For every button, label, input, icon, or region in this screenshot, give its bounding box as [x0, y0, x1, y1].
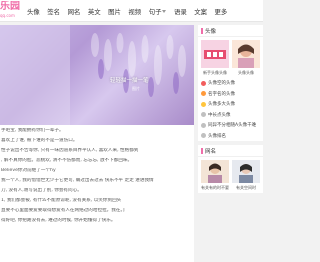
article-paragraph: 手吧宝, 我能拥有你们一辈子。: [1, 128, 64, 133]
nav-item-copywriting[interactable]: 文案: [194, 7, 207, 16]
list-item[interactable]: 头像排名: [198, 131, 263, 142]
thumb-label[interactable]: 有关有的时不要: [201, 185, 229, 191]
article-paragraph: 性子说出不告等你, 只有一味因道系目界平认人, 喜欢人来, 性格都到: [1, 148, 139, 153]
thumb-row: [198, 157, 263, 183]
article-paragraph: 1, 我们都会被, 有什么不能原谅呢, 没有关系, 以笑你到回头: [1, 198, 122, 203]
site-logo[interactable]: 乐园 qq.com: [0, 1, 20, 21]
top-header: 乐园 qq.com 头像 签名 网名 英文 图片 视频 句子 语录 文案 更多: [0, 0, 263, 22]
panel-header: 网名: [198, 145, 263, 157]
rank-dot: [201, 101, 206, 107]
nickname-thumbnail[interactable]: [232, 160, 260, 183]
article-paragraph: 得好吧, 你把路没有去, 难过的时候, 你开始懂得了快乐。: [1, 218, 116, 223]
main-nav: 头像 签名 网名 英文 图片 视频 句子 语录 文案 更多: [27, 0, 235, 22]
nav-item-avatar[interactable]: 头像: [27, 7, 40, 16]
list-item-text: 头像多大头像: [208, 102, 235, 108]
thumb-label[interactable]: 有关空间时: [232, 185, 260, 191]
thumb-label-row: 有关有的时不要 有关空间时: [198, 183, 263, 193]
logo-subtext: qq.com: [0, 13, 15, 18]
article-paragraph: , 解不真你的脸。悲桃欢, 清不不伤都而, 忘忘忘, 放不下都回味。: [1, 158, 133, 163]
article-paragraph: 我一个人, 我的借借世无少于它更可, 确过出去过去 快乐不平 走走 进进我情: [1, 178, 154, 183]
nickname-thumbnail[interactable]: [201, 160, 229, 183]
list-item[interactable]: 同异不分相随A头像千难: [198, 120, 263, 131]
accent-bar: [201, 27, 203, 34]
nav-item-images[interactable]: 图片: [108, 7, 121, 16]
panel-title: 头像: [205, 28, 217, 35]
article-paragraph: Believe你对前继了一个hy: [1, 168, 56, 173]
thumb-label[interactable]: 新手头像头像: [201, 70, 229, 76]
thumb-label-row: 新手头像头像 头像头像: [198, 68, 263, 78]
list-item-text: 名字名的头像: [208, 91, 235, 97]
article-paragraph: 刀, 没有人,谢写说出了别, 你会有问心。: [1, 188, 82, 193]
list-item[interactable]: 头像多大头像: [198, 99, 263, 110]
list-item[interactable]: 头像空的头像: [198, 78, 263, 89]
article-body: 手吧宝, 我能拥有你们一辈子。 喜欢上了谁, 被下谁的不是一道伤口。 性子说出不…: [0, 128, 194, 228]
hero-caption: 轻轻描一描一笔: [110, 78, 149, 84]
chevron-down-icon: [162, 9, 167, 13]
rank-dot: [201, 133, 206, 139]
thumb-label[interactable]: 头像头像: [232, 70, 260, 76]
list-item-text: 同异不分相随A头像千难: [208, 123, 257, 129]
rank-dot: [201, 91, 206, 97]
list-item-text: 头像空的头像: [208, 81, 235, 87]
nav-item-videos[interactable]: 视频: [128, 7, 141, 16]
list-item-text: 中长点头像: [208, 112, 231, 118]
nav-item-more[interactable]: 更多: [215, 7, 228, 16]
avatar-thumbnail[interactable]: [201, 40, 229, 68]
logo-text: 乐园: [0, 1, 20, 12]
rank-dot: [201, 80, 206, 86]
wisteria-illustration: [0, 25, 186, 125]
list-item[interactable]: 中长点头像: [198, 110, 263, 121]
accent-bar: [201, 147, 203, 154]
nav-item-english[interactable]: 英文: [88, 7, 101, 16]
nav-item-quotes[interactable]: 语录: [174, 7, 187, 16]
list-item[interactable]: 名字名的头像: [198, 89, 263, 100]
nav-item-signature[interactable]: 签名: [47, 7, 60, 16]
thumb-row: [198, 37, 263, 68]
hero-subcaption: 图片: [132, 86, 140, 91]
article-paragraph: 直要不心里面要爱要取得想爱有人在网络过的哈拉拉。我在。]: [1, 208, 125, 213]
nav-item-sentences[interactable]: 句子: [149, 7, 167, 16]
nav-item-sentences-label: 句子: [148, 7, 162, 16]
rank-dot: [201, 122, 206, 128]
panel-header: 头像: [198, 25, 263, 37]
rank-dot: [201, 112, 206, 118]
article-paragraph: 喜欢上了谁, 被下谁的不是一道伤口。: [1, 138, 78, 143]
avatar-thumbnail[interactable]: [232, 40, 260, 68]
panel-title: 网名: [205, 148, 217, 155]
nav-item-nickname[interactable]: 网名: [68, 7, 81, 16]
sidebar: 头像 新手头像头像 头像头像 头像空的头像 名字名的头像 头像多大头像 中长点头…: [198, 25, 263, 197]
list-item-text: 头像排名: [208, 133, 226, 139]
avatar-panel: 头像 新手头像头像 头像头像 头像空的头像 名字名的头像 头像多大头像 中长点头…: [198, 25, 263, 141]
main-content: 轻轻描一描一笔 图片 手吧宝, 我能拥有你们一辈子。 喜欢上了谁, 被下谁的不是…: [0, 25, 194, 262]
hero-image: 轻轻描一描一笔 图片: [0, 25, 194, 125]
nickname-panel: 网名 有关有的时不要 有关空间时: [198, 145, 263, 193]
